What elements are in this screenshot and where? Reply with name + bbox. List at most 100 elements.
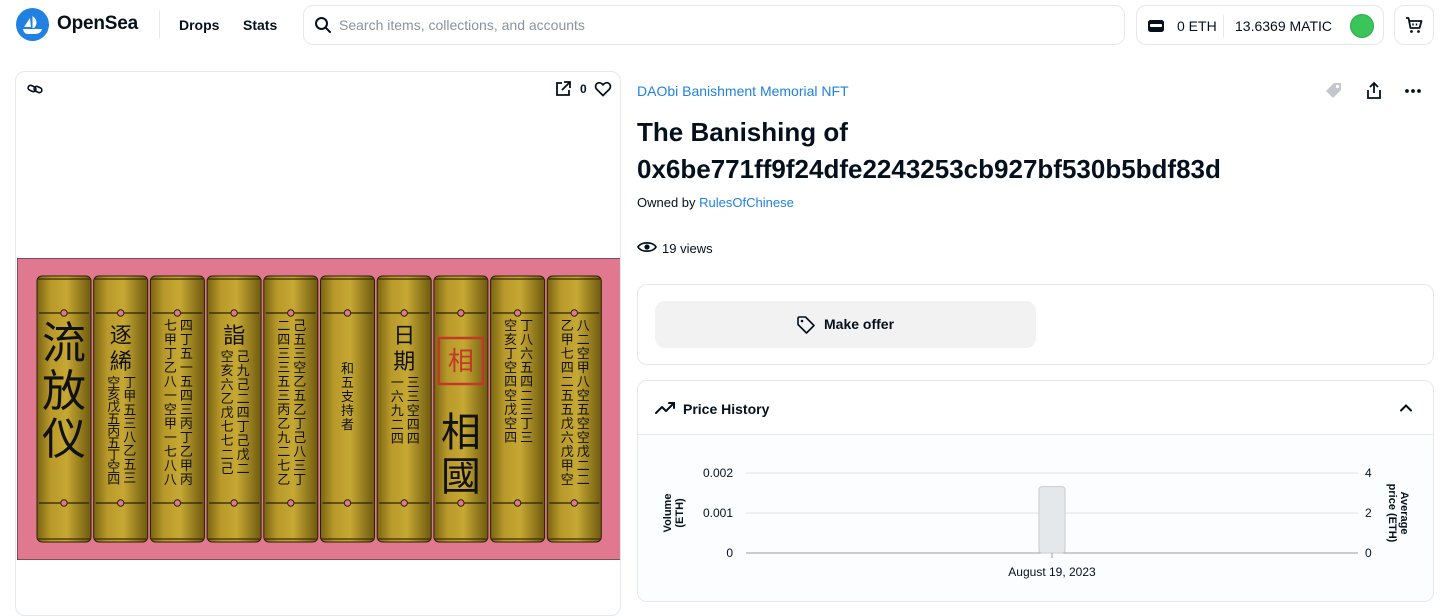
volume-bar[interactable] xyxy=(1038,486,1066,554)
scroll-small-glyph: 戊 xyxy=(504,403,517,418)
more-options-icon[interactable] xyxy=(1402,80,1424,102)
scroll-column: 相相國 xyxy=(433,275,489,543)
scroll-small-glyph: 乙 xyxy=(180,445,193,460)
nav-stats-link[interactable]: Stats xyxy=(243,17,277,33)
scroll-small-glyph: 五 xyxy=(561,389,574,404)
scroll-small-glyph: 八 xyxy=(577,319,590,334)
y2-tick-label: 2 xyxy=(1365,506,1372,520)
item-title-line1: The Banishing of xyxy=(637,117,848,147)
search-input[interactable] xyxy=(339,15,1109,35)
chevron-up-icon[interactable] xyxy=(1398,400,1414,416)
scroll-small-glyph: 五 xyxy=(180,347,193,362)
scroll-small-glyph: 空 xyxy=(221,350,234,365)
scroll-small-glyph: 戊 xyxy=(561,417,574,432)
scroll-small-glyph: 七 xyxy=(221,434,234,449)
scroll-small-glyph: 四 xyxy=(504,375,517,390)
scroll-glyph: 日 xyxy=(393,324,415,349)
heart-icon[interactable] xyxy=(594,80,612,98)
scroll-small-glyph: 丙 xyxy=(277,403,290,418)
scroll-small-glyph: 丁 xyxy=(237,420,250,435)
y-tick-label: 0.002 xyxy=(703,466,733,480)
scroll-column: 四丁五一五四三丙丁乙甲丙七甲丁乙八一空甲一七八八 xyxy=(149,275,205,543)
scroll-small-glyph: 七 xyxy=(221,420,234,435)
scroll-small-glyph: 戊 xyxy=(577,445,590,460)
collection-link[interactable]: DAObi Banishment Memorial NFT xyxy=(637,83,849,99)
scroll-small-glyph: 九 xyxy=(237,364,250,379)
avatar[interactable] xyxy=(1350,14,1374,38)
scroll-small-glyph: 三 xyxy=(293,459,306,474)
scroll-small-glyph: 二 xyxy=(221,448,234,463)
scroll-small-glyph: 四 xyxy=(277,333,290,348)
scroll-small-glyph: 空 xyxy=(577,389,590,404)
scroll-small-glyph: 二 xyxy=(577,473,590,488)
scroll-small-glyph: 八 xyxy=(164,459,177,474)
price-history-header[interactable]: Price History xyxy=(638,381,1433,435)
scroll-small-glyph: 一 xyxy=(391,376,404,391)
scroll-small-glyph: 乙 xyxy=(561,319,574,334)
scroll-glyph: 國 xyxy=(441,454,481,500)
scroll-small-glyph: 九 xyxy=(391,404,404,419)
scroll-small-glyph: 五 xyxy=(577,403,590,418)
matic-balance: 13.6369 MATIC xyxy=(1235,18,1333,34)
scroll-glyph: 詣 xyxy=(223,324,245,349)
scroll-small-glyph: 三 xyxy=(520,403,533,418)
scroll-small-glyph: 己 xyxy=(293,319,306,334)
scroll-small-glyph: 四 xyxy=(180,389,193,404)
scroll-small-glyph: 四 xyxy=(504,431,517,446)
make-offer-button[interactable]: Make offer xyxy=(655,301,1036,348)
chain-icon[interactable] xyxy=(26,80,44,98)
scroll-column: 八二空甲八空五空空戊二二乙甲七四二五五戊六戊甲空 xyxy=(546,275,602,543)
scroll-small-glyph: 八 xyxy=(164,473,177,488)
nav-divider xyxy=(159,11,160,38)
scroll-small-glyph: 三 xyxy=(520,431,533,446)
search-bar[interactable] xyxy=(303,5,1125,45)
scroll-small-glyph: 丁 xyxy=(293,417,306,432)
scroll-small-glyph: 持 xyxy=(341,404,354,419)
y2-axis-label-line: price (ETH) xyxy=(1386,484,1398,543)
scroll-small-glyph: 空 xyxy=(577,431,590,446)
scroll-small-glyph: 四 xyxy=(561,361,574,376)
y-tick-label: 0 xyxy=(726,546,733,560)
scroll-small-glyph: 空 xyxy=(577,417,590,432)
scroll-small-glyph: 己 xyxy=(293,431,306,446)
owner-link[interactable]: RulesOfChinese xyxy=(699,195,794,210)
y-axis-label-line: (ETH) xyxy=(674,498,686,528)
open-external-icon[interactable] xyxy=(554,80,572,98)
share-icon[interactable] xyxy=(1363,80,1385,102)
scroll-small-glyph: 三 xyxy=(180,403,193,418)
scroll-glyph: 流 xyxy=(42,318,86,369)
scroll-small-glyph: 四 xyxy=(520,375,533,390)
scroll-small-glyph: 空 xyxy=(164,403,177,418)
opensea-logo-icon[interactable] xyxy=(16,8,49,41)
nav-drops-link[interactable]: Drops xyxy=(179,17,219,33)
scroll-small-glyph: 己 xyxy=(237,434,250,449)
x-tick-label: August 19, 2023 xyxy=(1008,565,1096,579)
nft-artwork[interactable]: 流放仪逐絺丁甲五三八乙五三空亥戊五丙五丁空四四丁五一五四三丙丁乙甲丙七甲丁乙八一… xyxy=(17,258,621,560)
scroll-small-glyph: 六 xyxy=(221,378,234,393)
scroll-small-glyph: 四 xyxy=(407,418,420,433)
scroll-small-glyph: 甲 xyxy=(164,417,177,432)
scroll-small-glyph: 三 xyxy=(407,390,420,405)
y-axis-label: Volume (ETH) xyxy=(662,494,686,533)
tag-refresh-icon[interactable] xyxy=(1323,80,1345,102)
brand-name[interactable]: OpenSea xyxy=(57,13,138,35)
scroll-column: 日期三三空四四 一六九二四 xyxy=(376,275,432,543)
cart-button[interactable] xyxy=(1394,5,1434,45)
scroll-small-glyph: 二 xyxy=(520,389,533,404)
scroll-small-glyph: 丁 xyxy=(164,347,177,362)
scroll-small-glyph: 乙 xyxy=(277,473,290,488)
search-icon xyxy=(315,17,331,33)
y2-axis-label: Averageprice (ETH) xyxy=(1386,484,1410,543)
wallet-balance[interactable]: 0 ETH 13.6369 MATIC xyxy=(1136,5,1384,45)
cart-icon xyxy=(1406,17,1423,33)
price-history-chart: 0 0.001 0.002 0 2 4 Volume (ETH) Averageprice (E… xyxy=(662,466,1410,579)
scroll-glyph: 放 xyxy=(42,366,86,417)
scroll-small-glyph: 六 xyxy=(391,390,404,405)
scroll-small-glyph: 二 xyxy=(577,333,590,348)
scroll-small-glyph: 二 xyxy=(277,445,290,460)
scroll-small-glyph: 三 xyxy=(277,389,290,404)
scroll-glyph: 相 xyxy=(441,410,481,456)
scroll-small-glyph: 三 xyxy=(407,376,420,391)
nft-image-card: 0 流放仪逐絺丁甲五三八乙五三空亥戊五丙五丁空四四丁五一五四三丙丁乙甲丙七甲丁乙… xyxy=(15,71,621,616)
scroll-small-glyph: 五 xyxy=(293,389,306,404)
